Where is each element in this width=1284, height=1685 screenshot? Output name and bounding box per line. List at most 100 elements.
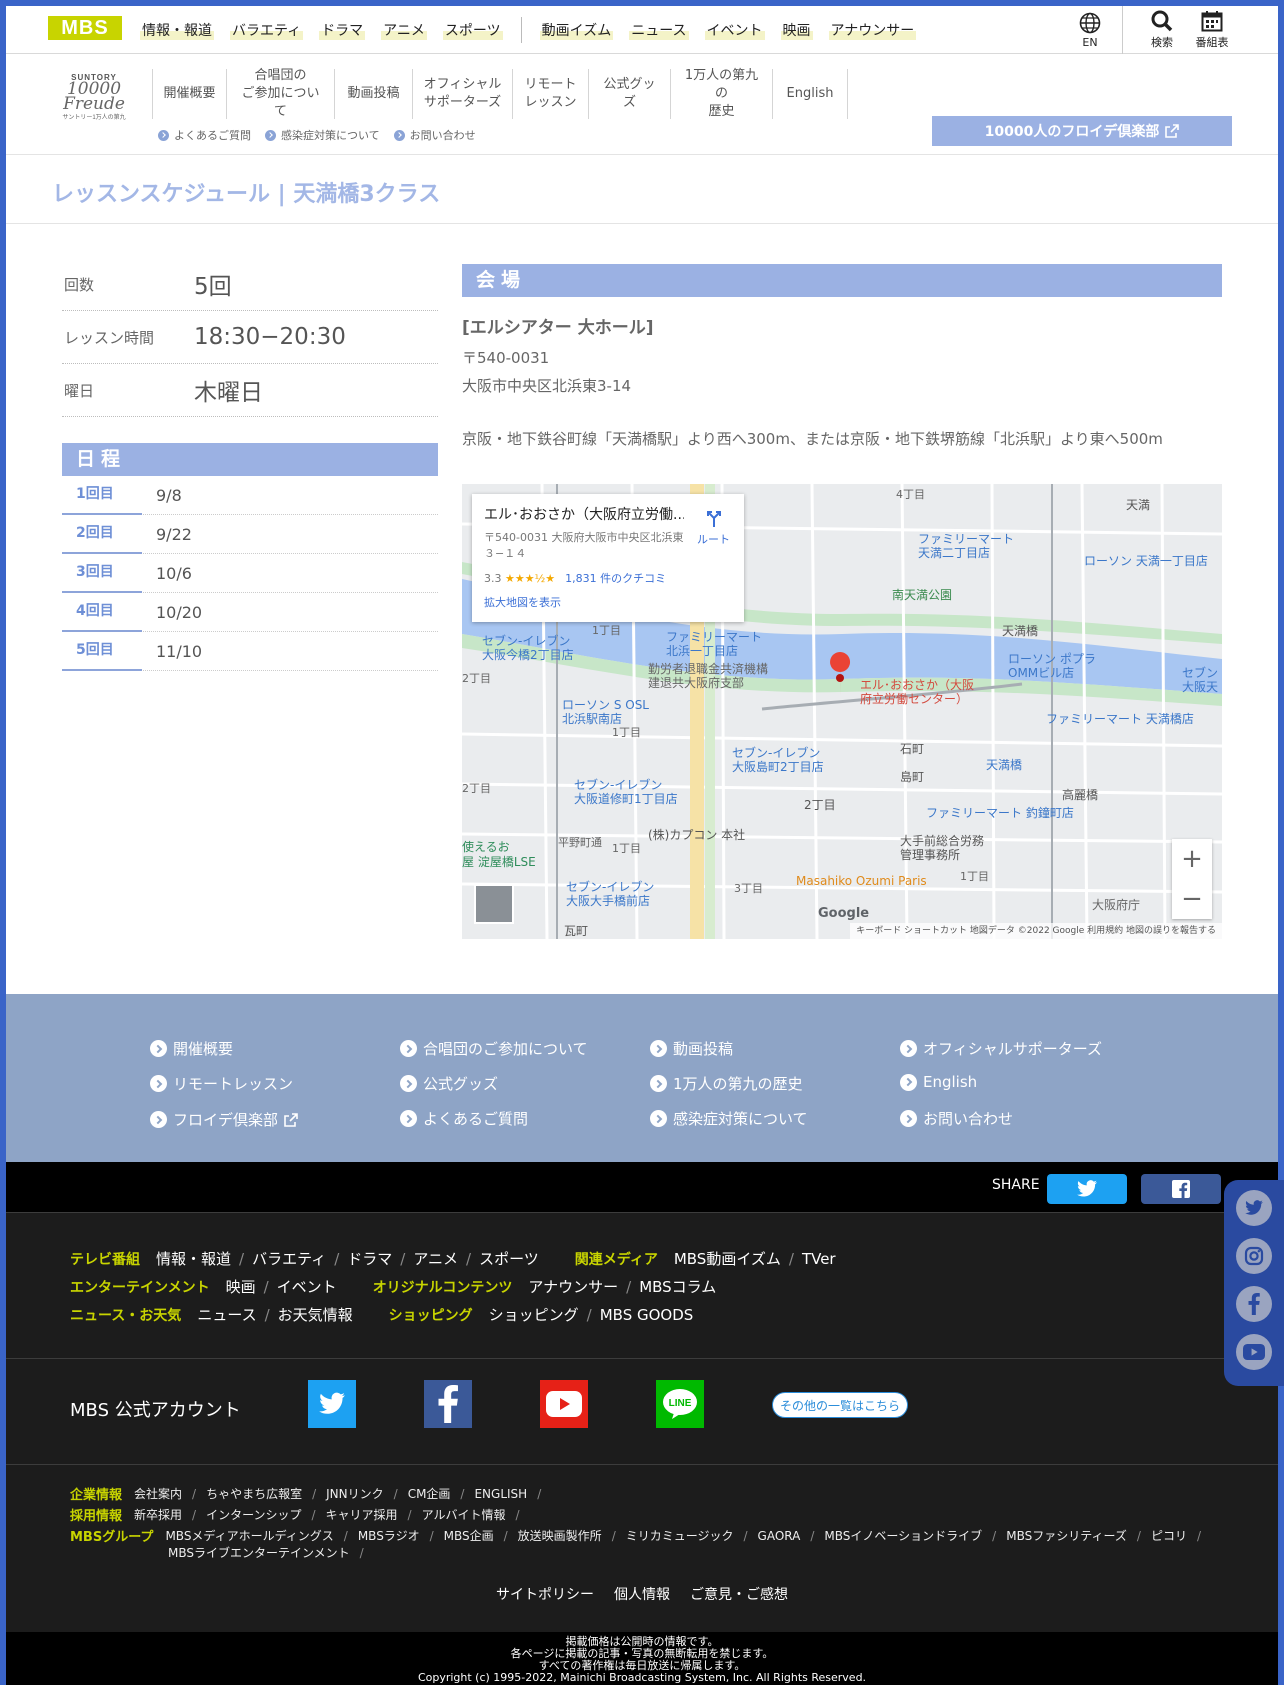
freude-nav-remote[interactable]: リモート レッスン	[512, 69, 588, 119]
footer-link[interactable]: ニュース	[197, 1304, 256, 1325]
map-place-card: エル･おおさか（大阪府立労働... 〒540-0031 大阪府大阪市中央区北浜東…	[472, 494, 744, 622]
footer-link[interactable]: アナウンサー	[528, 1276, 618, 1297]
footer-link-label: 開催概要	[173, 1040, 234, 1058]
nav-variety[interactable]: バラエティ	[230, 20, 304, 40]
corp-link[interactable]: MBSラジオ	[358, 1527, 420, 1544]
language-switch[interactable]: EN	[1070, 6, 1110, 54]
account-youtube-button[interactable]	[540, 1380, 588, 1428]
footer-link[interactable]: ドラマ	[347, 1248, 392, 1269]
float-facebook-button[interactable]	[1236, 1286, 1272, 1322]
footer-link[interactable]: 公式グッズ	[400, 1073, 498, 1094]
nav-anime[interactable]: アニメ	[381, 20, 427, 40]
map-label: (株)カプコン 本社	[648, 828, 746, 842]
footer-link[interactable]: アニメ	[413, 1248, 458, 1269]
schedule-button[interactable]: 番組表	[1190, 6, 1234, 54]
footer-link[interactable]: スポーツ	[479, 1248, 539, 1269]
corp-link[interactable]: CM企画	[408, 1485, 451, 1502]
footer-link[interactable]: オフィシャルサポーターズ	[900, 1038, 1102, 1059]
freude-club-button[interactable]: 10000人のフロイデ倶楽部	[932, 116, 1232, 146]
facebook-icon	[1172, 1180, 1190, 1198]
footer-link[interactable]: よくあるご質問	[400, 1108, 528, 1129]
nav-news[interactable]: ニュース	[629, 20, 689, 40]
sub-link-infection[interactable]: 感染症対策について	[265, 127, 380, 143]
corp-link[interactable]: MBSファシリティーズ	[1006, 1527, 1127, 1544]
account-facebook-button[interactable]	[424, 1380, 472, 1428]
corp-link[interactable]: MBSライブエンターテインメント	[168, 1544, 350, 1561]
float-youtube-button[interactable]	[1236, 1334, 1272, 1370]
mbs-logo[interactable]: MBS	[48, 16, 122, 40]
corp-link[interactable]: MBSイノベーションドライブ	[824, 1527, 982, 1544]
nav-douga-ism[interactable]: 動画イズム	[539, 20, 614, 40]
footer-link[interactable]: 合唱団のご参加について	[400, 1038, 588, 1059]
footer-link[interactable]: 1万人の第九の歴史	[650, 1073, 803, 1094]
sub-link-faq[interactable]: よくあるご質問	[158, 127, 251, 143]
footer-link[interactable]: フロイデ倶楽部	[150, 1109, 298, 1130]
corp-link[interactable]: インターンシップ	[206, 1506, 301, 1523]
nav-announcer[interactable]: アナウンサー	[828, 20, 917, 40]
freude-nav-overview[interactable]: 開催概要	[152, 69, 226, 119]
nav-movie[interactable]: 映画	[780, 20, 813, 40]
footer-link[interactable]: TVer	[802, 1250, 836, 1268]
float-instagram-button[interactable]	[1236, 1238, 1272, 1274]
map-attribution[interactable]: キーボード ショートカット 地図データ ©2022 Google 利用規約 地図…	[850, 923, 1222, 939]
zoom-out-button[interactable]: −	[1172, 879, 1212, 919]
footer-link[interactable]: お天気情報	[278, 1304, 353, 1325]
corp-link[interactable]: キャリア採用	[326, 1506, 398, 1523]
site-policy-link[interactable]: サイトポリシー	[496, 1584, 594, 1604]
corp-link[interactable]: ピコリ	[1151, 1527, 1187, 1544]
zoom-in-button[interactable]: +	[1172, 839, 1212, 879]
freude-nav-english[interactable]: English	[772, 69, 848, 119]
corp-link[interactable]: 新卒採用	[134, 1506, 182, 1523]
footer-link[interactable]: English	[900, 1073, 977, 1091]
corp-link[interactable]: MBSメディアホールディングス	[165, 1527, 333, 1544]
map-route-button[interactable]: ルート	[697, 508, 730, 547]
share-twitter-button[interactable]	[1047, 1174, 1127, 1204]
corp-link[interactable]: ENGLISH	[474, 1487, 527, 1501]
footer-link[interactable]: 情報・報道	[156, 1248, 231, 1269]
freude-logo[interactable]: SUNTORY 10000 Freude サントリー1万人の第九	[48, 73, 140, 129]
footer-link[interactable]: バラエティ	[252, 1248, 326, 1269]
footer-link[interactable]: 動画投稿	[650, 1038, 733, 1059]
corp-link[interactable]: JNNリンク	[326, 1485, 384, 1502]
nav-event[interactable]: イベント	[704, 20, 765, 40]
corp-link[interactable]: 放送映画製作所	[518, 1527, 602, 1544]
account-line-button[interactable]: LINE	[656, 1380, 704, 1428]
lesson-info: 回数 5回 レッスン時間 18:30−20:30 曜日 木曜日	[62, 258, 438, 417]
freude-nav-supporters[interactable]: オフィシャル サポーターズ	[412, 69, 512, 119]
freude-nav-history[interactable]: 1万人の第九の 歴史	[670, 68, 772, 119]
footer-link[interactable]: ショッピング	[489, 1304, 579, 1325]
footer-link[interactable]: お問い合わせ	[900, 1108, 1013, 1129]
freude-nav-goods[interactable]: 公式グッズ	[588, 69, 670, 119]
corp-link[interactable]: ちゃやまち広報室	[206, 1485, 302, 1502]
nav-drama[interactable]: ドラマ	[319, 20, 366, 40]
corp-link[interactable]: アルバイト情報	[422, 1506, 506, 1523]
corp-link[interactable]: ミリカミュージック	[626, 1527, 734, 1544]
footer-link[interactable]: 開催概要	[150, 1038, 233, 1059]
footer-link[interactable]: MBSコラム	[639, 1276, 716, 1297]
sub-link-contact[interactable]: お問い合わせ	[393, 127, 476, 143]
footer-link[interactable]: リモートレッスン	[150, 1073, 293, 1094]
footer-link[interactable]: 映画	[226, 1276, 256, 1297]
google-map[interactable]: エル･おおさか（大阪 府立労働センター） 天満 4丁目 ファミリーマート 天満二…	[462, 484, 1222, 939]
map-enlarge-link[interactable]: 拡大地図を表示	[484, 594, 732, 610]
float-twitter-button[interactable]	[1236, 1190, 1272, 1226]
freude-nav-video[interactable]: 動画投稿	[334, 69, 412, 119]
footer-link[interactable]: 感染症対策について	[650, 1108, 808, 1129]
other-accounts-button[interactable]: その他の一覧はこちら	[772, 1392, 908, 1418]
map-satellite-toggle[interactable]	[474, 884, 514, 924]
share-facebook-button[interactable]	[1141, 1174, 1221, 1204]
privacy-link[interactable]: 個人情報	[614, 1584, 670, 1604]
map-reviews-link[interactable]: 1,831 件のクチコミ	[565, 572, 666, 585]
corp-link[interactable]: 会社案内	[134, 1485, 182, 1502]
search-button[interactable]: 検索	[1142, 6, 1182, 54]
freude-nav-join[interactable]: 合唱団の ご参加について	[226, 68, 334, 119]
nav-news-info[interactable]: 情報・報道	[140, 20, 214, 40]
footer-link[interactable]: MBS動画イズム	[674, 1248, 781, 1269]
footer-link[interactable]: イベント	[277, 1276, 337, 1297]
account-twitter-button[interactable]	[308, 1380, 356, 1428]
nav-sports[interactable]: スポーツ	[442, 20, 503, 40]
corp-link[interactable]: MBS企画	[444, 1527, 494, 1544]
feedback-link[interactable]: ご意見・ご感想	[690, 1584, 788, 1604]
footer-link[interactable]: MBS GOODS	[600, 1306, 694, 1324]
corp-link[interactable]: GAORA	[758, 1529, 801, 1543]
